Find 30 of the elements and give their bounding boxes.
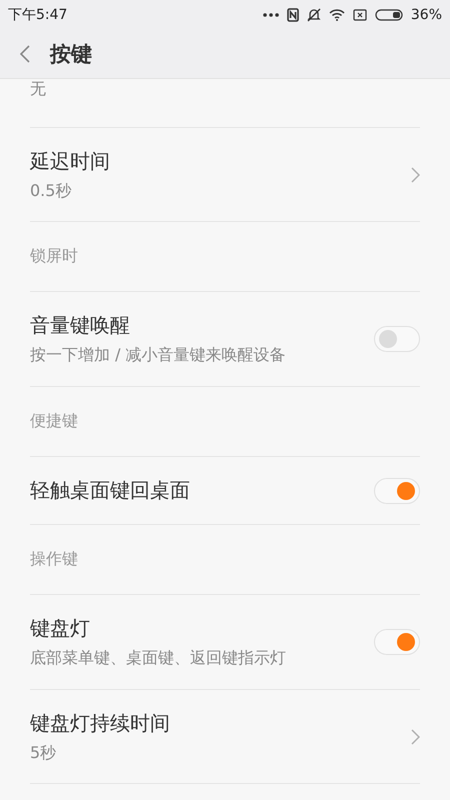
toggle-switch[interactable]	[374, 478, 420, 504]
more-icon	[262, 13, 279, 17]
wifi-icon	[328, 9, 345, 21]
chevron-right-icon	[411, 728, 420, 744]
row-title: 键盘灯	[30, 615, 91, 642]
toggle-switch[interactable]	[374, 629, 420, 655]
row-description: 按一下增加 / 减小音量键来唤醒设备	[30, 345, 287, 366]
row-title: 延迟时间	[30, 148, 111, 174]
muted-bell-icon	[306, 8, 321, 22]
settings-row[interactable]: 键盘灯持续时间 5秒	[30, 690, 420, 784]
row-value: 0.5秒	[30, 180, 72, 202]
battery-percentage: 36%	[410, 7, 442, 23]
row-title: 音量键唤醒	[30, 312, 131, 339]
chevron-right-icon	[411, 166, 420, 182]
section-header: 锁屏时	[30, 246, 78, 267]
no-sim-icon	[352, 9, 367, 21]
row-title: 键盘灯持续时间	[30, 710, 171, 736]
row-value: 5秒	[30, 742, 58, 764]
section-header: 操作键	[30, 549, 78, 570]
settings-row[interactable]: 延迟时间 0.5秒	[30, 128, 420, 222]
row-description: 底部菜单键、桌面键、返回键指示灯	[30, 648, 287, 669]
toggle-switch[interactable]	[374, 326, 420, 352]
back-icon[interactable]	[20, 45, 30, 63]
row-title: 轻触桌面键回桌面	[30, 477, 191, 504]
section-header: 便捷键	[30, 411, 78, 432]
row-value: 无	[30, 79, 47, 100]
status-time: 下午5:47	[8, 6, 68, 24]
battery-icon	[374, 9, 403, 21]
page-title: 按键	[50, 41, 92, 68]
nfc-icon	[286, 8, 299, 22]
